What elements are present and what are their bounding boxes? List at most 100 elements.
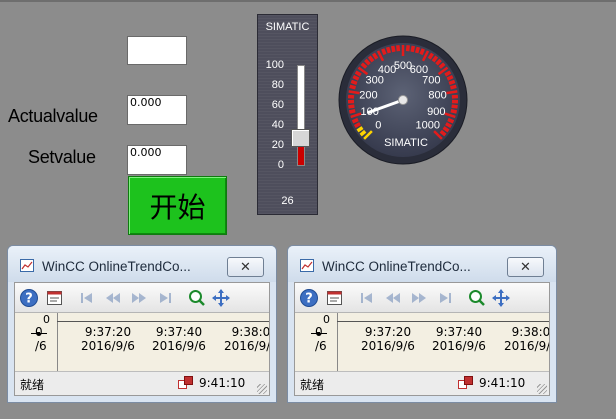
resize-grip[interactable] <box>537 384 547 394</box>
trend-window-1[interactable]: WinCC OnlineTrendCo... ✕ ? 0 0 /6 9:37:2… <box>7 245 277 403</box>
trend-statusbar: 就绪 9:41:10 <box>15 371 269 395</box>
slider-tick: 100 <box>265 59 284 71</box>
gauge-scale-label: 200 <box>359 90 377 102</box>
config-dialog-icon[interactable] <box>325 288 345 308</box>
slider-brand: SIMATIC <box>265 21 310 33</box>
forward-icon[interactable] <box>129 288 149 308</box>
status-text: 就绪 <box>20 378 45 392</box>
slider-tick: 40 <box>271 119 284 131</box>
actualvalue-field[interactable]: 0.000 <box>127 95 187 125</box>
slider-value: 26 <box>281 195 294 207</box>
time-axis <box>337 321 549 323</box>
trend-chart[interactable]: 0 0/6 9:37:20 2016/9/6 9:37:40 2016/9/6 9:… <box>15 313 269 371</box>
slider-fill <box>298 147 304 165</box>
time-axis <box>57 321 269 323</box>
gauge-tick <box>349 84 356 90</box>
actualvalue-label: Actualvalue <box>8 106 98 126</box>
time-label: 9:37:20 2016/9/6 <box>361 325 415 353</box>
gauge-scale-label: 900 <box>427 106 445 118</box>
trend-title: WinCC OnlineTrendCo... <box>42 259 191 274</box>
rewind-icon[interactable] <box>383 288 403 308</box>
gauge-tick <box>405 45 410 52</box>
status-time: 9:41:10 <box>199 376 246 390</box>
gauge-scale-label: 800 <box>428 90 446 102</box>
trend-title: WinCC OnlineTrendCo... <box>322 259 471 274</box>
trend-titlebar[interactable]: WinCC OnlineTrendCo... ✕ <box>8 246 276 282</box>
close-button[interactable]: ✕ <box>227 257 264 277</box>
top-border <box>0 0 616 2</box>
trend-control: ? 0 0 /6 9:37:20 2016/9/6 9:37:40 2016/9… <box>294 282 550 396</box>
gauge-tick <box>414 46 421 54</box>
trend-app-icon <box>20 259 34 272</box>
setvalue-label: Setvalue <box>28 147 96 167</box>
gauge-tick <box>352 74 360 81</box>
simatic-slider[interactable]: SIMATIC 100 80 60 40 20 0 26 <box>257 14 318 215</box>
trend-toolbar: ? <box>295 283 549 313</box>
close-button[interactable]: ✕ <box>507 257 544 277</box>
trend-window-2[interactable]: WinCC OnlineTrendCo... ✕ ? 0 0 /6 9:37:2… <box>287 245 557 403</box>
svg-text:?: ? <box>305 292 313 307</box>
gauge-tick <box>451 104 458 109</box>
gauge-tick <box>350 79 358 86</box>
time-label: 0/6 <box>315 325 327 353</box>
gauge-tick <box>446 90 458 95</box>
gauge-tick <box>396 45 401 52</box>
gauge-tick <box>348 108 356 114</box>
last-record-icon[interactable] <box>435 288 455 308</box>
slider-tick: 80 <box>271 79 284 91</box>
slider-thumb[interactable] <box>291 129 310 148</box>
gauge-tick <box>450 108 458 114</box>
trend-control: ? 0 0 /6 9:37:20 2016/9/6 9:37:40 2016/9… <box>14 282 270 396</box>
gauge-scale-label: 0 <box>375 120 381 132</box>
move-axes-icon[interactable] <box>491 288 511 308</box>
gauge-tick <box>348 104 355 109</box>
time-label: 9:37:40 2016/9/6 <box>152 325 206 353</box>
gauge-tick <box>450 84 457 90</box>
move-axes-icon[interactable] <box>211 288 231 308</box>
connection-status-icon <box>458 376 473 389</box>
connection-status-icon <box>178 376 193 389</box>
gauge-tick <box>419 48 425 56</box>
gauge-hub <box>398 95 408 105</box>
help-icon[interactable]: ? <box>19 288 39 308</box>
time-label: 9:38:02016/9/6 <box>224 325 270 353</box>
gauge-tick <box>351 117 359 124</box>
resize-grip[interactable] <box>257 384 267 394</box>
time-label: 9:37:40 2016/9/6 <box>432 325 486 353</box>
slider-tick: 0 <box>277 159 284 171</box>
gauge-tick <box>448 79 456 86</box>
help-icon[interactable]: ? <box>299 288 319 308</box>
slider-track <box>297 65 305 166</box>
time-label: 9:38:02016/9/6 <box>504 325 550 353</box>
slider-tick: 60 <box>271 99 284 111</box>
trend-statusbar: 就绪 9:41:10 <box>295 371 549 395</box>
forward-icon[interactable] <box>409 288 429 308</box>
time-label: 0/6 <box>35 325 47 353</box>
first-record-icon[interactable] <box>357 288 377 308</box>
io-field-top[interactable] <box>127 36 187 65</box>
svg-text:?: ? <box>25 292 33 307</box>
start-button[interactable]: 开始 <box>128 176 227 235</box>
last-record-icon[interactable] <box>155 288 175 308</box>
trend-titlebar[interactable]: WinCC OnlineTrendCo... ✕ <box>288 246 556 282</box>
gauge-tick <box>446 74 454 81</box>
gauge-tick <box>385 46 392 54</box>
config-dialog-icon[interactable] <box>45 288 65 308</box>
simatic-gauge: 01002003004005006007008009001000 SIMATIC <box>338 35 468 165</box>
gauge-brand: SIMATIC <box>384 137 428 149</box>
time-label: 9:37:20 2016/9/6 <box>81 325 135 353</box>
first-record-icon[interactable] <box>77 288 97 308</box>
trend-app-icon <box>300 259 314 272</box>
status-text: 就绪 <box>300 378 325 392</box>
status-time: 9:41:10 <box>479 376 526 390</box>
trend-chart[interactable]: 0 0/6 9:37:20 2016/9/6 9:37:40 2016/9/6 9:… <box>295 313 549 371</box>
gauge-tick <box>410 45 416 53</box>
zoom-icon[interactable] <box>187 288 207 308</box>
gauge-tick <box>447 117 455 124</box>
rewind-icon[interactable] <box>103 288 123 308</box>
gauge-tick <box>348 90 360 95</box>
trend-toolbar: ? <box>15 283 269 313</box>
zoom-icon[interactable] <box>467 288 487 308</box>
gauge-tick <box>381 48 387 56</box>
setvalue-field[interactable]: 0.000 <box>127 145 187 175</box>
